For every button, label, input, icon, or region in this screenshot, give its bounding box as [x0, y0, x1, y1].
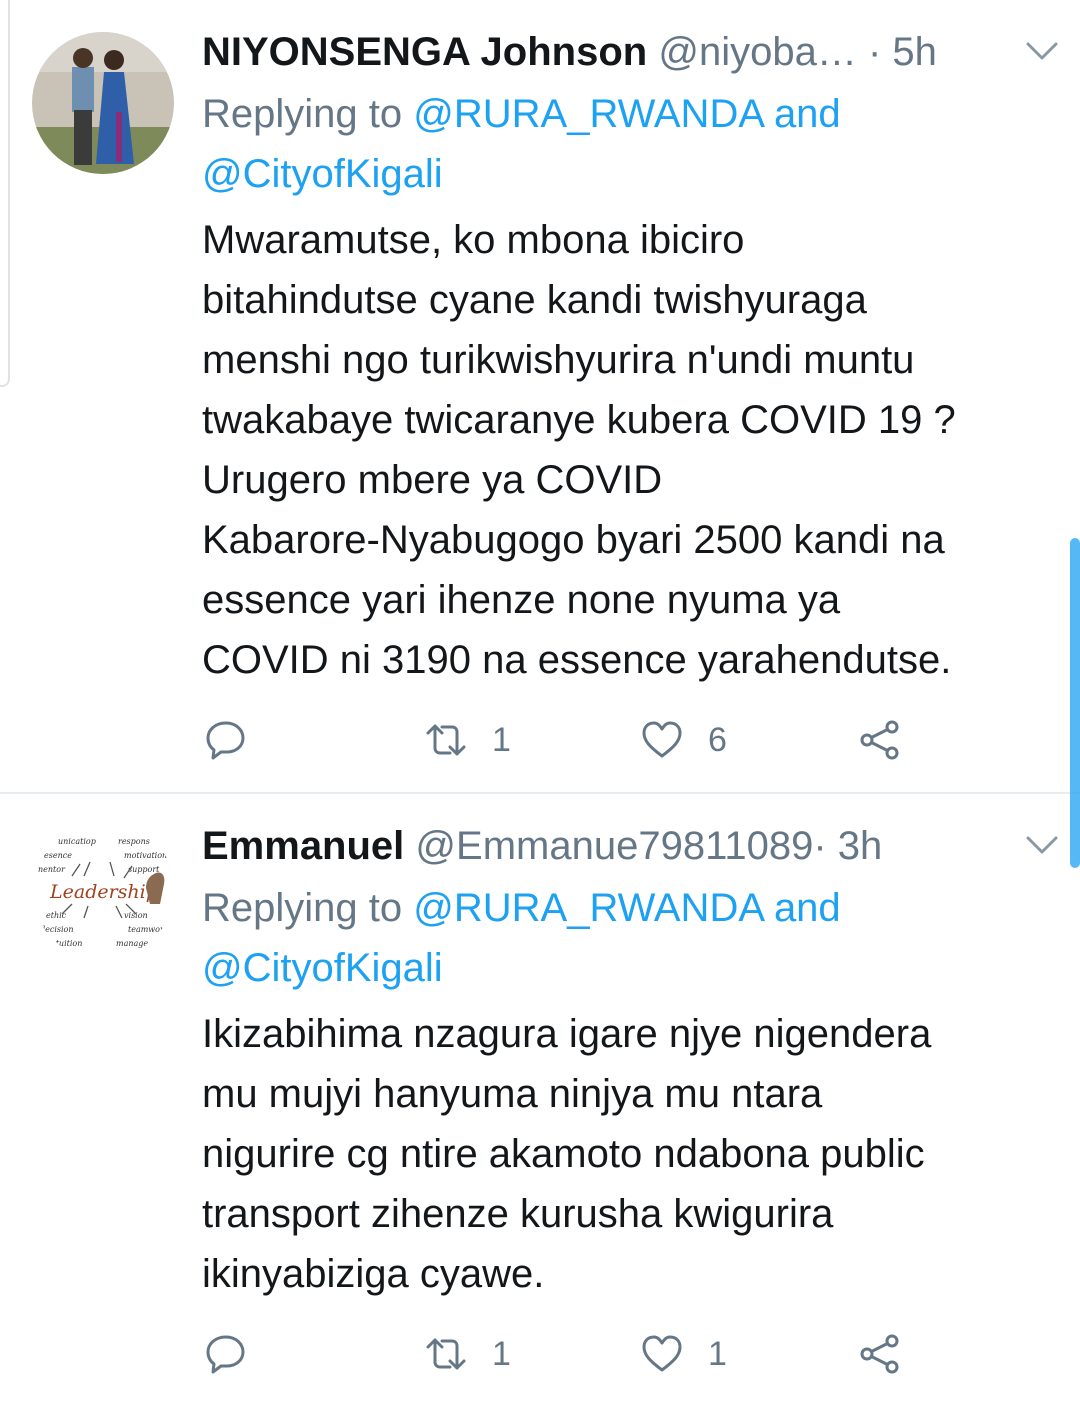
like-button[interactable]: 1: [640, 1324, 727, 1384]
tweet-1[interactable]: NIYONSENGA Johnson @niyoba… · 5h Replyin…: [0, 0, 1080, 792]
retweet-icon: [426, 1338, 466, 1370]
share-button[interactable]: [858, 1324, 902, 1384]
avatar-leadership-image: unicatiop respons esence motivation nent…: [32, 818, 174, 960]
like-icon: [642, 721, 682, 758]
svg-text:esence: esence: [44, 851, 72, 860]
display-name[interactable]: NIYONSENGA Johnson: [202, 30, 647, 74]
reply-button[interactable]: [204, 710, 248, 770]
timestamp[interactable]: 3h: [838, 824, 883, 868]
reply-icon: [206, 721, 245, 760]
svg-text:motivation: motivation: [124, 851, 167, 860]
like-button[interactable]: 6: [640, 710, 727, 770]
like-count: 6: [708, 720, 727, 759]
replying-to: Replying to @RURA_RWANDA and @CityofKiga…: [202, 878, 1052, 998]
timestamp[interactable]: 5h: [892, 30, 937, 74]
svg-text:decision: decision: [40, 925, 74, 934]
retweet-count: 1: [492, 1334, 511, 1373]
scrollbar[interactable]: [1070, 538, 1080, 868]
svg-text:intuition: intuition: [48, 939, 82, 948]
mention-link[interactable]: @RURA_RWANDA: [413, 92, 763, 136]
avatar[interactable]: unicatiop respons esence motivation nent…: [32, 818, 174, 960]
share-icon: [860, 1334, 899, 1374]
retweet-count: 1: [492, 720, 511, 759]
mention-link[interactable]: @CityofKigali: [202, 946, 443, 990]
svg-text:manage: manage: [116, 939, 148, 948]
action-bar: 1 1: [202, 1324, 1080, 1384]
share-icon: [860, 720, 899, 760]
retweet-button[interactable]: 1: [424, 1324, 511, 1384]
svg-text:teamwork: teamwork: [128, 925, 169, 934]
like-count: 1: [708, 1334, 727, 1373]
svg-text:nentor: nentor: [38, 865, 66, 874]
mention-link[interactable]: @CityofKigali: [202, 152, 443, 196]
retweet-icon: [426, 724, 466, 756]
chevron-down-icon[interactable]: [1018, 820, 1066, 868]
svg-text:unicatiop: unicatiop: [58, 837, 96, 846]
separator-dot: ·: [867, 30, 882, 74]
mention-and[interactable]: and: [774, 886, 841, 930]
mention-and[interactable]: and: [774, 92, 841, 136]
user-handle[interactable]: @niyoba…: [658, 30, 856, 74]
reply-icon: [206, 1335, 245, 1374]
like-icon: [642, 1335, 682, 1372]
display-name[interactable]: Emmanuel: [202, 824, 404, 868]
user-handle[interactable]: @Emmanue79811089: [415, 824, 813, 868]
tweet-header: NIYONSENGA Johnson @niyoba… · 5h: [202, 22, 1060, 82]
replying-to: Replying to @RURA_RWANDA and @CityofKiga…: [202, 84, 1052, 204]
tweet-header: Emmanuel @Emmanue79811089· 3h: [202, 816, 1060, 876]
tweet-text: Mwaramutse, ko mbona ibiciro bitahinduts…: [202, 218, 956, 682]
separator-dot: ·: [813, 824, 827, 868]
svg-text:respons: respons: [118, 837, 150, 846]
action-bar: 1 6: [202, 710, 1080, 770]
svg-text:support: support: [128, 865, 160, 874]
avatar[interactable]: [32, 32, 174, 174]
share-button[interactable]: [858, 710, 902, 770]
svg-text:vision: vision: [124, 911, 148, 920]
tweet-text: Ikizabihima nzagura igare njye nigendera…: [202, 1012, 932, 1296]
mention-link[interactable]: @RURA_RWANDA: [413, 886, 763, 930]
svg-text:Leadership: Leadership: [49, 881, 158, 903]
replying-prefix: Replying to: [202, 886, 403, 930]
avatar-photo: [32, 32, 174, 174]
retweet-button[interactable]: 1: [424, 710, 511, 770]
reply-button[interactable]: [204, 1324, 248, 1384]
replying-prefix: Replying to: [202, 92, 403, 136]
tweet-2[interactable]: unicatiop respons esence motivation nent…: [0, 794, 1080, 1402]
chevron-down-icon[interactable]: [1018, 26, 1066, 74]
